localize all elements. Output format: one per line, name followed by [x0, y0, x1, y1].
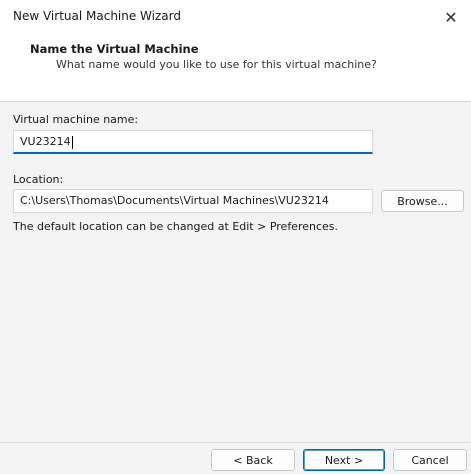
wizard-header: Name the Virtual Machine What name would… — [0, 34, 471, 102]
page-subtitle: What name would you like to use for this… — [56, 58, 377, 71]
title-bar: New Virtual Machine Wizard ✕ — [0, 0, 471, 34]
back-button[interactable]: < Back — [211, 449, 295, 471]
location-label: Location: — [13, 173, 64, 186]
vm-name-label: Virtual machine name: — [13, 113, 139, 126]
text-caret — [71, 135, 73, 149]
location-input[interactable]: C:\Users\Thomas\Documents\Virtual Machin… — [13, 189, 373, 213]
close-icon[interactable]: ✕ — [431, 0, 471, 34]
next-button[interactable]: Next > — [303, 449, 385, 471]
cancel-button[interactable]: Cancel — [393, 449, 467, 471]
wizard-footer: < Back Next > Cancel — [0, 442, 471, 474]
window-title: New Virtual Machine Wizard — [13, 9, 181, 23]
page-title: Name the Virtual Machine — [30, 42, 199, 56]
location-value: C:\Users\Thomas\Documents\Virtual Machin… — [20, 194, 329, 207]
vm-name-input[interactable]: VU23214 — [13, 130, 373, 154]
browse-button[interactable]: Browse... — [381, 190, 464, 212]
wizard-content: Virtual machine name: VU23214 Location: … — [0, 102, 471, 442]
vm-name-value: VU23214 — [20, 135, 71, 148]
location-hint: The default location can be changed at E… — [13, 220, 339, 233]
